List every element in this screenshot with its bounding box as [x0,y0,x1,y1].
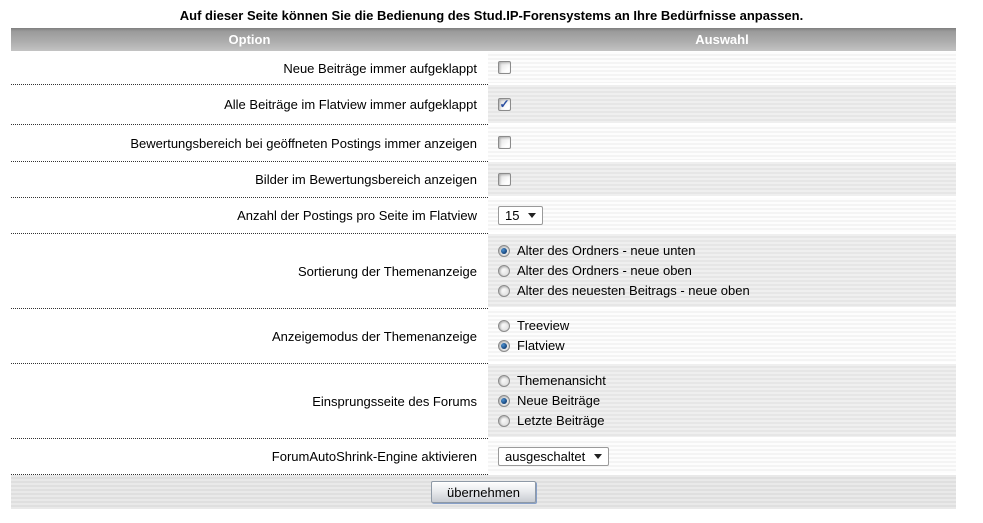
checkbox-bilder[interactable] [498,173,511,186]
radio-icon [498,285,510,297]
radio-group-sortierung: Alter des Ordners - neue unten Alter des… [488,234,956,309]
option-label: Bewertungsbereich bei geöffneten Posting… [11,125,488,162]
dropdown-arrow-icon [528,213,536,218]
radio-icon [498,245,510,257]
table-row-sortierung: Sortierung der Themenanzeige Alter des O… [11,234,956,309]
radio-option[interactable]: Neue Beiträge [498,391,956,411]
table-row-bewertungsbereich: Bewertungsbereich bei geöffneten Posting… [11,125,956,162]
radio-option[interactable]: Alter des Ordners - neue unten [498,241,956,261]
select-postings-pro-seite[interactable]: 15 [498,206,543,225]
column-header-option: Option [11,28,488,51]
option-label: Bilder im Bewertungsbereich anzeigen [11,162,488,198]
radio-icon [498,375,510,387]
option-label: Anzeigemodus der Themenanzeige [11,309,488,364]
table-row-autoshrink: ForumAutoShrink-Engine aktivieren ausges… [11,439,956,475]
dropdown-arrow-icon [594,454,602,459]
option-label: Alle Beiträge im Flatview immer aufgekla… [11,85,488,125]
table-header-row: Option Auswahl [11,28,956,52]
select-value: 15 [505,208,519,223]
checkbox-flatview-aufgeklappt[interactable] [498,98,511,111]
table-row-bilder: Bilder im Bewertungsbereich anzeigen [11,162,956,198]
column-header-auswahl: Auswahl [488,28,956,51]
option-label: Einsprungsseite des Forums [11,364,488,439]
table-row-einsprungsseite: Einsprungsseite des Forums Themenansicht… [11,364,956,439]
select-value: ausgeschaltet [505,449,585,464]
radio-option[interactable]: Letzte Beiträge [498,411,956,431]
radio-option[interactable]: Alter des neuesten Beitrags - neue oben [498,281,956,301]
radio-group-anzeigemodus: Treeview Flatview [488,309,956,364]
page-title: Auf dieser Seite können Sie die Bedienun… [0,0,983,28]
radio-group-einsprungsseite: Themenansicht Neue Beiträge Letzte Beitr… [488,364,956,439]
settings-table: Option Auswahl Neue Beiträge immer aufge… [11,28,956,509]
checkbox-neue-beitraege[interactable] [498,61,511,74]
option-label: Sortierung der Themenanzeige [11,234,488,309]
radio-icon [498,415,510,427]
radio-icon [498,265,510,277]
option-label: Neue Beiträge immer aufgeklappt [11,52,488,85]
radio-icon [498,395,510,407]
table-row-postings-pro-seite: Anzahl der Postings pro Seite im Flatvie… [11,198,956,234]
option-label: Anzahl der Postings pro Seite im Flatvie… [11,198,488,234]
table-row-neue-beitraege: Neue Beiträge immer aufgeklappt [11,52,956,85]
checkbox-bewertungsbereich[interactable] [498,136,511,149]
option-label: ForumAutoShrink-Engine aktivieren [11,439,488,475]
radio-icon [498,320,510,332]
radio-icon [498,340,510,352]
table-row-anzeigemodus: Anzeigemodus der Themenanzeige Treeview … [11,309,956,364]
radio-option[interactable]: Flatview [498,336,956,356]
radio-option[interactable]: Treeview [498,316,956,336]
footer-bar: übernehmen [11,475,956,509]
radio-option[interactable]: Alter des Ordners - neue oben [498,261,956,281]
radio-option[interactable]: Themenansicht [498,371,956,391]
submit-button[interactable]: übernehmen [431,481,536,503]
select-autoshrink[interactable]: ausgeschaltet [498,447,609,466]
table-row-flatview-aufgeklappt: Alle Beiträge im Flatview immer aufgekla… [11,85,956,125]
